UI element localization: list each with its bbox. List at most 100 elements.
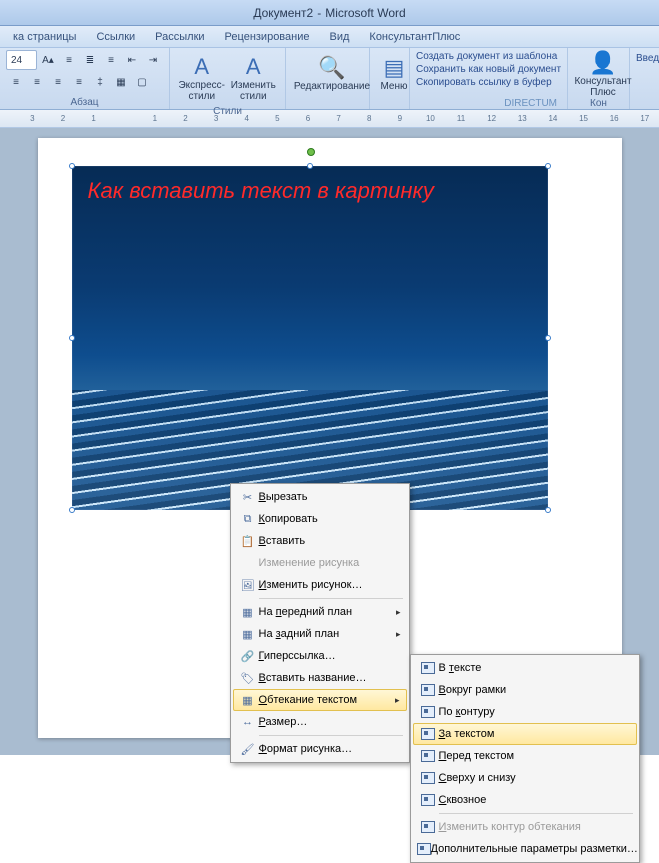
borders-button[interactable]: ▢ (132, 72, 152, 92)
menu-item[interactable]: Перед текстом (413, 745, 637, 767)
menu-separator (259, 735, 403, 736)
menu-separator (259, 598, 403, 599)
shading-button[interactable]: ▦ (111, 72, 131, 92)
menu-item[interactable]: Вокруг рамки (413, 679, 637, 701)
title-bar: Документ2 - Microsoft Word (0, 0, 659, 26)
group-consultant: Кон (574, 98, 623, 110)
font-size-input[interactable]: 24 (6, 50, 37, 70)
menu-item[interactable]: ✂Вырезать (233, 486, 407, 508)
ruler-tick: 17 (631, 114, 659, 123)
menu-item-label: Размер… (259, 716, 308, 728)
tab-consultant[interactable]: КонсультантПлюс (360, 28, 469, 46)
menu-item[interactable]: В тексте (413, 657, 637, 679)
menu-item-label: На передний план (259, 606, 353, 618)
editing-button[interactable]: 🔍 Редактирование (292, 50, 372, 97)
wrap-option-icon (417, 726, 439, 742)
wrap-option-icon (417, 748, 439, 764)
ruler-tick: 4 (232, 114, 261, 123)
copy-icon: ⧉ (237, 511, 259, 527)
wrap-submenu: В тексте Вокруг рамки По контуруЗа текстом… (410, 654, 640, 863)
ruler-tick: 14 (539, 114, 568, 123)
menu-item[interactable]: 🖼Изменить рисунок… (233, 574, 407, 596)
link-create-template[interactable]: Создать документ из шаблона (416, 50, 561, 63)
menu-item-label: Изменение рисунка (259, 557, 360, 569)
menu-item-label: Вокруг рамки (439, 684, 507, 696)
resize-handle-w[interactable] (69, 335, 75, 341)
menu-item-label: Гиперссылка… (259, 650, 336, 662)
resize-handle-e[interactable] (545, 335, 551, 341)
menu-item-label: Обтекание текстом (259, 694, 358, 706)
indent-button[interactable]: ⇤ (122, 50, 142, 70)
tab-mailings[interactable]: Рассылки (146, 28, 213, 46)
menu-item[interactable]: 🖌Формат рисунка… (233, 738, 407, 760)
page: Как вставить текст в картинку ✂Вырезать⧉… (38, 138, 622, 738)
spacing-button[interactable]: ‡ (90, 72, 110, 92)
ruler-tick: 1 (79, 114, 108, 123)
menu-separator (439, 813, 633, 814)
list-button[interactable]: ≡ (59, 50, 79, 70)
menu-item[interactable]: ▦Обтекание текстом (233, 689, 407, 711)
grow-font-button[interactable]: A▴ (38, 50, 58, 70)
resize-handle-n[interactable] (307, 163, 313, 169)
menu-item-label: Вырезать (259, 491, 308, 503)
ruler-tick: 16 (600, 114, 629, 123)
tab-review[interactable]: Рецензирование (216, 28, 319, 46)
blank-icon (237, 555, 259, 571)
multilist-button[interactable]: ≡ (101, 50, 121, 70)
rotate-handle[interactable] (307, 148, 315, 156)
resize-handle-sw[interactable] (69, 507, 75, 513)
consultant-icon: 👤 (589, 50, 616, 76)
menu-item[interactable]: Дополнительные параметры разметки… (413, 838, 637, 860)
align-center-button[interactable]: ≡ (27, 72, 47, 92)
selection-box (72, 166, 548, 510)
menu-item[interactable]: ▦На задний план (233, 623, 407, 645)
express-styles-icon: A (194, 54, 209, 80)
link-copy-clipboard[interactable]: Скопировать ссылку в буфер (416, 76, 561, 89)
change-styles-button[interactable]: A Изменить стили (228, 50, 280, 106)
horizontal-ruler[interactable]: 3211234567891011121314151617 (0, 110, 659, 128)
align-left-button[interactable]: ≡ (6, 72, 26, 92)
menu-item[interactable]: ↔Размер… (233, 711, 407, 733)
ruler-tick: 1 (141, 114, 170, 123)
menu-button[interactable]: ▤ Меню (376, 50, 412, 97)
tab-view[interactable]: Вид (321, 28, 359, 46)
link-save-new[interactable]: Сохранить как новый документ (416, 63, 561, 76)
numlist-button[interactable]: ≣ (80, 50, 100, 70)
menu-item-label: Изменить контур обтекания (439, 821, 581, 833)
wrap-option-icon (417, 792, 439, 808)
consultant-button[interactable]: 👤 Консультант Плюс (574, 50, 632, 98)
ruler-tick: 9 (386, 114, 415, 123)
wrap-option-icon (417, 660, 439, 676)
resize-handle-se[interactable] (545, 507, 551, 513)
menu-item-label: Копировать (259, 513, 318, 525)
menu-item[interactable]: Сверху и снизу (413, 767, 637, 789)
outdent-button[interactable]: ⇥ (143, 50, 163, 70)
ruler-tick: 15 (569, 114, 598, 123)
context-menu: ✂Вырезать⧉Копировать📋ВставитьИзменение р… (230, 483, 410, 763)
menu-item[interactable]: 🏷Вставить название… (233, 667, 407, 689)
menu-item[interactable]: За текстом (413, 723, 637, 745)
ribbon: 24 A▴ ≡ ≣ ≡ ⇤ ⇥ ≡ ≡ ≡ ≡ ‡ ▦ ▢ Абзац A (0, 48, 659, 110)
menu-item[interactable]: По контуру (413, 701, 637, 723)
menu-item: Изменить контур обтекания (413, 816, 637, 838)
resize-handle-nw[interactable] (69, 163, 75, 169)
resize-handle-ne[interactable] (545, 163, 551, 169)
menu-item[interactable]: ⧉Копировать (233, 508, 407, 530)
justify-button[interactable]: ≡ (69, 72, 89, 92)
paste-icon: 📋 (237, 533, 259, 549)
menu-item[interactable]: 🔗Гиперссылка… (233, 645, 407, 667)
tab-references[interactable]: Ссылки (87, 28, 144, 46)
menu-item-label: Сверху и снизу (439, 772, 516, 784)
caption-icon: 🏷 (237, 670, 259, 686)
document-area[interactable]: Как вставить текст в картинку ✂Вырезать⧉… (0, 128, 659, 755)
menu-item[interactable]: ▦На передний план (233, 601, 407, 623)
group-paragraph: Абзац (6, 97, 163, 109)
tab-pagelayout[interactable]: ка страницы (4, 28, 85, 46)
menu-item[interactable]: 📋Вставить (233, 530, 407, 552)
express-styles-button[interactable]: A Экспресс-стили (176, 50, 228, 106)
back-icon: ▦ (237, 626, 259, 642)
align-right-button[interactable]: ≡ (48, 72, 68, 92)
wrap-option-icon (417, 704, 439, 720)
menu-item[interactable]: Сквозное (413, 789, 637, 811)
menu-item-label: Дополнительные параметры разметки… (431, 843, 638, 855)
